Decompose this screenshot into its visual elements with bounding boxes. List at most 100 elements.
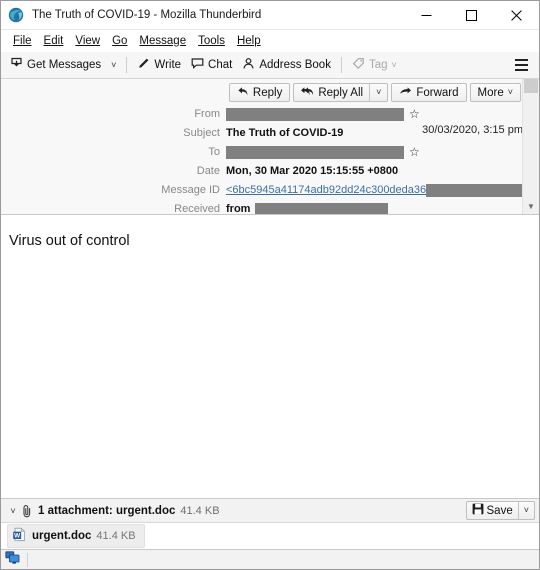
header-row-message-id: Message ID <6bc5945a41174adb92dd24c300de… xyxy=(1,181,523,199)
message-id-redaction-bar xyxy=(426,183,523,197)
to-label: To xyxy=(208,146,220,158)
message-id-link[interactable]: <6bc5945a41174adb92dd24c300deda36 xyxy=(226,184,426,196)
save-disk-icon xyxy=(472,503,484,518)
star-icon[interactable]: ☆ xyxy=(409,146,420,158)
menu-bar: File Edit View Go Message Tools Help xyxy=(1,30,539,52)
attachment-size: 41.4 KB xyxy=(96,530,136,542)
address-book-label: Address Book xyxy=(259,59,331,71)
write-label: Write xyxy=(154,59,182,71)
menu-view[interactable]: View xyxy=(69,33,106,49)
reply-all-button[interactable]: Reply All xyxy=(294,84,369,101)
word-document-icon: W xyxy=(12,527,27,545)
reply-all-arrow-icon xyxy=(300,86,314,100)
forward-button[interactable]: Forward xyxy=(391,83,467,102)
from-label: From xyxy=(194,108,220,120)
get-messages-button[interactable]: Get Messages xyxy=(5,55,106,75)
save-dropdown[interactable]: ˅ xyxy=(519,502,534,519)
maximize-button[interactable] xyxy=(449,1,494,29)
thunderbird-icon xyxy=(8,7,24,23)
chevron-down-icon[interactable]: ▼ xyxy=(527,200,535,214)
thunderbird-window: The Truth of COVID-19 - Mozilla Thunderb… xyxy=(0,0,540,570)
date-label: Date xyxy=(196,165,220,177)
subject-value: The Truth of COVID-19 xyxy=(226,127,344,139)
message-id-value: <6bc5945a41174adb92dd24c300deda36 xyxy=(226,183,523,197)
window-controls xyxy=(404,1,539,29)
minimize-button[interactable] xyxy=(404,1,449,29)
toolbar-separator-2 xyxy=(340,57,342,73)
reply-arrow-icon xyxy=(237,86,249,100)
received-from-text: from xyxy=(226,203,251,215)
from-redaction-bar xyxy=(226,107,404,121)
received-value: from xyxy=(226,202,523,215)
forward-label: Forward xyxy=(416,86,459,99)
header-scrollbar[interactable]: ▲ ▼ xyxy=(522,79,539,214)
status-bar xyxy=(1,549,539,569)
tag-label: Tag xyxy=(368,59,388,71)
star-icon[interactable]: ☆ xyxy=(409,108,420,120)
menu-go-label: Go xyxy=(112,34,128,47)
menu-tools-label: Tools xyxy=(198,34,225,47)
reply-all-dropdown[interactable]: ˅ xyxy=(370,84,387,101)
chat-button[interactable]: Chat xyxy=(186,55,237,75)
to-value: ☆ xyxy=(226,145,523,159)
window-title: The Truth of COVID-19 - Mozilla Thunderb… xyxy=(32,9,262,21)
menu-go[interactable]: Go xyxy=(106,33,133,49)
more-button[interactable]: More ˅ xyxy=(469,83,521,102)
status-separator xyxy=(27,552,28,567)
attachment-item[interactable]: W urgent.doc 41.4 KB xyxy=(7,524,145,548)
menu-file[interactable]: File xyxy=(7,33,38,49)
hamburger-line-1 xyxy=(514,59,528,61)
menu-file-label: File xyxy=(13,34,32,47)
menu-message[interactable]: Message xyxy=(133,33,192,49)
message-action-buttons: Reply Reply All ˅ Forward More ˅ xyxy=(228,83,521,102)
header-row-subject: Subject The Truth of COVID-19 30/03/2020… xyxy=(1,124,523,142)
header-scrollbar-thumb[interactable] xyxy=(524,79,538,93)
menu-view-label: View xyxy=(75,34,101,47)
forward-arrow-icon xyxy=(399,86,412,100)
address-book-button[interactable]: Address Book xyxy=(237,55,336,75)
attachment-list: W urgent.doc 41.4 KB xyxy=(1,522,539,549)
menu-help[interactable]: Help xyxy=(231,33,267,49)
header-row-to: To ☆ xyxy=(1,143,523,161)
message-datestamp: 30/03/2020, 3:15 pm xyxy=(422,124,523,136)
network-status-icon[interactable] xyxy=(5,551,21,568)
attachment-name: urgent.doc xyxy=(32,530,92,542)
close-button[interactable] xyxy=(494,1,539,29)
save-label: Save xyxy=(486,504,513,517)
tag-button[interactable]: Tag ˅ xyxy=(347,55,402,75)
save-button[interactable]: Save xyxy=(467,502,518,519)
attachment-total-size: 41.4 KB xyxy=(180,504,220,517)
person-icon xyxy=(242,57,255,73)
menu-edit[interactable]: Edit xyxy=(38,33,70,49)
subject-label: Subject xyxy=(183,127,220,139)
toolbar-separator-1 xyxy=(126,57,128,73)
attachment-twisty-icon[interactable]: ˅ xyxy=(5,506,21,516)
title-bar: The Truth of COVID-19 - Mozilla Thunderb… xyxy=(1,1,539,30)
message-id-label: Message ID xyxy=(161,184,220,196)
svg-text:W: W xyxy=(14,532,21,539)
tag-icon xyxy=(352,57,365,73)
chat-label: Chat xyxy=(208,59,233,71)
hamburger-line-2 xyxy=(514,64,528,66)
write-button[interactable]: Write xyxy=(132,55,186,75)
received-label: Received xyxy=(174,203,220,215)
reply-label: Reply xyxy=(252,86,283,99)
chevron-down-icon: ˅ xyxy=(507,87,513,97)
hamburger-line-3 xyxy=(514,69,528,71)
reply-button[interactable]: Reply xyxy=(228,83,291,102)
date-value: Mon, 30 Mar 2020 15:15:55 +0800 xyxy=(226,165,399,177)
message-body-text: Virus out of control xyxy=(9,233,130,249)
get-messages-label: Get Messages xyxy=(27,59,102,71)
reply-all-group: Reply All ˅ xyxy=(293,83,389,102)
get-messages-dropdown[interactable]: ˅ xyxy=(106,55,121,75)
save-attachment-group: Save ˅ xyxy=(465,501,535,520)
menu-edit-label: Edit xyxy=(43,34,64,47)
header-row-from: From ☆ xyxy=(1,105,523,123)
menu-message-label: Message xyxy=(139,34,187,47)
chevron-down-icon: ˅ xyxy=(523,505,529,515)
app-menu-icon[interactable] xyxy=(510,55,532,75)
message-header-pane: Reply Reply All ˅ Forward More ˅ From ☆ … xyxy=(1,79,539,215)
tag-chevron-down-icon: ˅ xyxy=(391,59,397,70)
date-value-wrap: Mon, 30 Mar 2020 15:15:55 +0800 xyxy=(226,165,523,177)
menu-tools[interactable]: Tools xyxy=(192,33,231,49)
